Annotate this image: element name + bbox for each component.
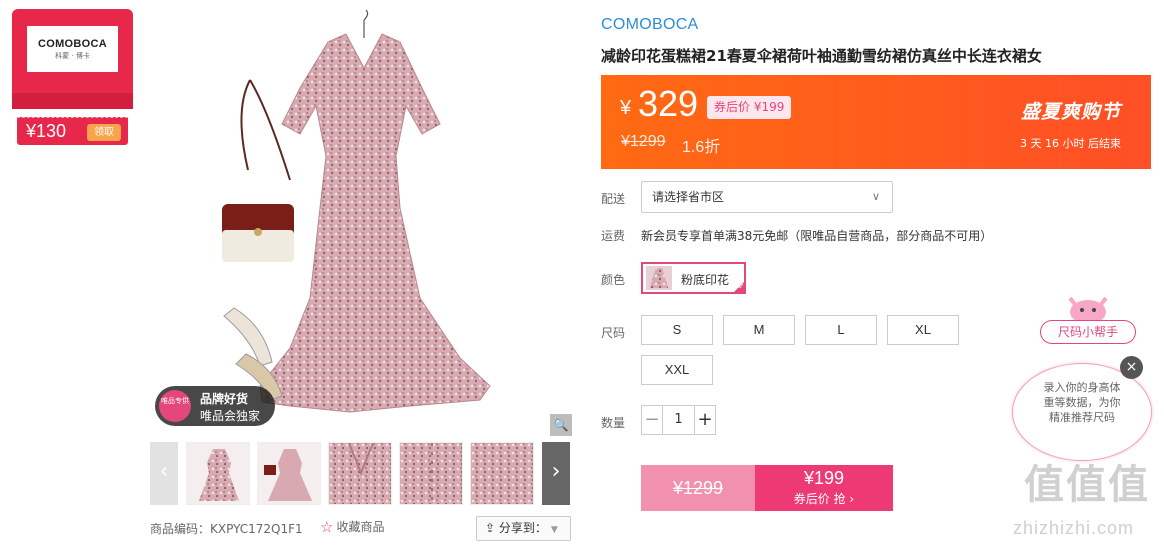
product-title: 减龄印花蛋糕裙21春夏伞裙荷叶袖通勤雪纺裙仿真丝中长连衣裙女 <box>601 47 1042 65</box>
favorite-label: 收藏商品 <box>336 520 385 534</box>
thumbnail-image <box>471 443 533 504</box>
shipping-info: 新会员专享首单满38元免邮（限唯品自营商品，部分商品不可用） <box>641 229 993 243</box>
current-price: 329 <box>638 83 699 124</box>
coupon-brand-logo: COMOBOCA 科蒙 · 博卡 <box>27 26 118 72</box>
favorite-button[interactable]: ☆ 收藏商品 <box>320 518 384 536</box>
zoom-icon[interactable]: 🔍 <box>550 414 572 436</box>
caret-down-icon: ▼ <box>550 525 558 535</box>
size-option-l[interactable]: L <box>805 315 877 345</box>
size-label: 尺码 <box>601 326 626 340</box>
star-outline-icon: ☆ <box>320 518 334 536</box>
thumbnail-image <box>199 449 239 501</box>
thumbnail-image <box>329 443 391 504</box>
thumb-next-button[interactable]: › <box>542 442 570 505</box>
thumbnail-image <box>400 443 462 504</box>
coupon-amount: ¥130 <box>26 121 67 141</box>
thumbnail[interactable] <box>257 442 321 505</box>
festival-title: 盛夏爽购节 <box>1020 101 1121 123</box>
color-label: 颜色 <box>601 273 626 287</box>
dress-illustration <box>222 9 491 413</box>
color-option-selected[interactable]: 粉底印花 <box>641 262 746 294</box>
mascot-icon <box>1068 296 1108 324</box>
coupon-footer: ¥130 领取 <box>17 117 128 145</box>
region-select[interactable]: 请选择省市区 ∨ <box>641 181 893 213</box>
thumbnail-image <box>264 449 312 501</box>
buy-cta-label: 券后价 抢 › <box>793 492 855 506</box>
coupon-brand-sub: 科蒙 · 博卡 <box>55 52 90 60</box>
color-thumbnail <box>646 266 672 290</box>
badge-line-1: 品牌好货 <box>200 392 249 406</box>
thumbnail[interactable] <box>186 442 250 505</box>
chevron-left-icon: ‹ <box>159 459 169 484</box>
size-helper-text-3: 精准推荐尺码 <box>1049 411 1115 424</box>
badge-circle: 唯品专供 <box>159 390 191 422</box>
quantity-increase-button[interactable]: + <box>694 405 716 435</box>
buy-original-price: ¥1299 <box>641 465 755 511</box>
thumbnail[interactable] <box>470 442 534 505</box>
product-code: 商品编码：KXPYC172Q1F1 <box>150 522 303 536</box>
color-option-label: 粉底印花 <box>681 273 730 287</box>
coupon-claim-button[interactable]: 领取 <box>87 124 121 141</box>
chevron-down-icon: ∨ <box>871 190 880 203</box>
price-banner: ¥ 329 券后价 ¥199 ¥1299 1.6折 盛夏爽购节 3 天 16 小… <box>601 75 1151 169</box>
size-helper-text-2: 重等数据，为你 <box>1043 396 1121 409</box>
thumbnail[interactable] <box>328 442 392 505</box>
quantity-input[interactable]: 1 <box>662 405 695 435</box>
quantity-decrease-button[interactable]: − <box>641 405 663 435</box>
watermark-url: zhizhizhi.com <box>1013 518 1135 538</box>
shipping-label: 运费 <box>601 229 626 243</box>
brand-coupon[interactable]: COMOBOCA 科蒙 · 博卡 ¥130 领取 <box>12 9 133 145</box>
size-option-s[interactable]: S <box>641 315 713 345</box>
check-icon <box>732 280 746 294</box>
watermark-logo: 值值值 <box>1024 462 1150 508</box>
buy-price: ¥199 <box>803 468 845 488</box>
delivery-label: 配送 <box>601 192 626 206</box>
countdown-timer: 3 天 16 小时 后结束 <box>1020 137 1121 150</box>
thumb-prev-button[interactable]: ‹ <box>150 442 178 505</box>
region-select-value: 请选择省市区 <box>652 190 725 204</box>
size-option-xl[interactable]: XL <box>887 315 959 345</box>
close-icon[interactable]: × <box>1120 356 1143 379</box>
after-coupon-price: 券后价 ¥199 <box>707 96 792 119</box>
size-helper-button[interactable]: 尺码小帮手 <box>1040 320 1136 344</box>
buy-button[interactable]: ¥199 券后价 抢 › <box>755 465 893 511</box>
price-currency: ¥ <box>620 97 632 119</box>
product-brand-link[interactable]: COMOBOCA <box>601 16 699 34</box>
size-option-xxl[interactable]: XXL <box>641 355 713 385</box>
size-option-m[interactable]: M <box>723 315 795 345</box>
size-helper-text-1: 录入你的身高体 <box>1043 381 1121 394</box>
coupon-brand-name: COMOBOCA <box>37 38 107 50</box>
main-product-image[interactable] <box>150 8 572 433</box>
discount-rate: 1.6折 <box>682 139 721 156</box>
coupon-header: COMOBOCA 科蒙 · 博卡 <box>12 9 133 109</box>
thumbnail[interactable] <box>399 442 463 505</box>
badge-line-2: 唯品会独家 <box>200 409 261 423</box>
exclusive-badge: 唯品专供 品牌好货 唯品会独家 <box>155 386 275 426</box>
share-icon: ⇪ <box>485 521 496 535</box>
quantity-label: 数量 <box>601 416 626 430</box>
chevron-right-icon: › <box>551 459 561 484</box>
original-price: ¥1299 <box>621 133 666 150</box>
share-dropdown[interactable]: ⇪ 分享到： ▼ <box>476 516 571 541</box>
share-label: 分享到： <box>498 521 547 535</box>
